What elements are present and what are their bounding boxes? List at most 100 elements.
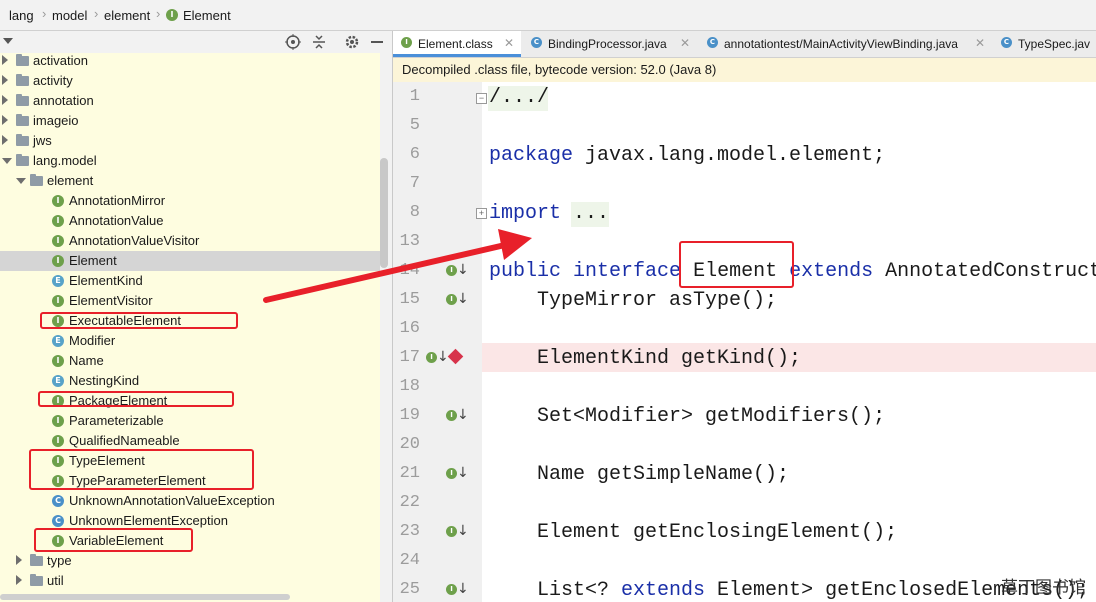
tree-item[interactable]: C UnknownAnnotationValueException xyxy=(0,491,380,511)
tree-item[interactable]: I Name xyxy=(0,351,380,371)
line-number: 16 xyxy=(399,319,420,338)
tree-item-label: type xyxy=(47,553,72,568)
folder-icon xyxy=(16,154,29,166)
folder-icon xyxy=(16,134,29,146)
tree-item[interactable]: I AnnotationMirror xyxy=(0,191,380,211)
code-line[interactable]: List<? extends Element> getEnclosedEleme… xyxy=(489,579,1089,602)
class-icon: C xyxy=(531,37,542,48)
implement-marker-icon[interactable]: I xyxy=(446,265,457,276)
tree-folder[interactable]: type xyxy=(0,551,380,571)
line-number: 15 xyxy=(399,290,420,309)
tree-folder[interactable]: lang.model xyxy=(0,151,380,171)
tab-main-activity-view-binding[interactable]: C annotationtest/MainActivityViewBinding… xyxy=(699,31,991,57)
code-line[interactable]: Name getSimpleName(); xyxy=(489,463,789,486)
chevron-down-icon[interactable] xyxy=(3,38,13,44)
implement-arrow-icon: ↓ xyxy=(457,581,469,597)
highlight-box xyxy=(34,528,193,552)
class-icon: C xyxy=(52,495,64,507)
fold-toggle-icon[interactable]: − xyxy=(476,93,487,104)
tree-item-label: AnnotationValueVisitor xyxy=(69,233,200,248)
tab-typespec[interactable]: C TypeSpec.jav xyxy=(993,31,1096,57)
close-icon[interactable]: ✕ xyxy=(504,36,514,50)
tree-folder[interactable]: activation xyxy=(0,53,380,71)
tree-folder[interactable]: annotation xyxy=(0,91,380,111)
tree-folder[interactable]: element xyxy=(0,171,380,191)
tree-item-label: lang.model xyxy=(33,153,97,168)
tree-item-label: Modifier xyxy=(69,333,116,348)
close-icon[interactable]: ✕ xyxy=(975,36,985,50)
code-line[interactable]: /.../ xyxy=(489,86,549,109)
tree-item[interactable]: I AnnotationValue xyxy=(0,211,380,231)
tree-folder[interactable]: jws xyxy=(0,131,380,151)
tree-item-label: NestingKind xyxy=(69,373,140,388)
highlight-box xyxy=(679,241,794,288)
interface-icon: I xyxy=(52,295,64,307)
collapse-all-icon[interactable] xyxy=(312,34,326,50)
collapse-arrow-icon[interactable] xyxy=(2,75,8,85)
tree-item[interactable]: E NestingKind xyxy=(0,371,380,391)
breadcrumb-item[interactable]: element xyxy=(104,8,150,23)
tab-element-class[interactable]: I Element.class ✕ xyxy=(393,31,521,57)
tab-binding-processor[interactable]: C BindingProcessor.java ✕ xyxy=(523,31,697,57)
collapse-arrow-icon[interactable] xyxy=(16,575,22,585)
interface-icon: I xyxy=(52,255,64,267)
fold-toggle-icon[interactable]: + xyxy=(476,208,487,219)
line-number: 14 xyxy=(399,261,420,280)
implement-marker-icon[interactable]: I xyxy=(446,584,457,595)
vertical-scrollbar[interactable] xyxy=(380,158,388,268)
tree-item[interactable]: E ElementKind xyxy=(0,271,380,291)
breadcrumb: lang › model › element › I Element xyxy=(0,0,1096,31)
tree-item[interactable]: I AnnotationValueVisitor xyxy=(0,231,380,251)
tree-item-label: jws xyxy=(33,133,52,148)
tree-item[interactable]: I Element xyxy=(0,251,380,271)
minimize-icon[interactable] xyxy=(371,41,383,43)
interface-icon: I xyxy=(166,9,178,21)
implement-marker-icon[interactable]: I xyxy=(446,410,457,421)
code-line[interactable]: import ... xyxy=(489,202,609,225)
tree-item[interactable]: I QualifiedNameable xyxy=(0,431,380,451)
line-number: 21 xyxy=(399,464,420,483)
interface-icon: I xyxy=(52,435,64,447)
implement-marker-icon[interactable]: I xyxy=(446,526,457,537)
implement-arrow-icon: ↓ xyxy=(457,291,469,307)
tree-item-label: element xyxy=(47,173,94,188)
close-icon[interactable]: ✕ xyxy=(680,36,690,50)
tree-folder[interactable]: activity xyxy=(0,71,380,91)
tree-item-label: Parameterizable xyxy=(69,413,164,428)
tree-folder[interactable]: imageio xyxy=(0,111,380,131)
tree-item[interactable]: I Parameterizable xyxy=(0,411,380,431)
code-line[interactable]: Set<Modifier> getModifiers(); xyxy=(489,405,885,428)
collapse-arrow-icon[interactable] xyxy=(2,115,8,125)
breadcrumb-item[interactable]: lang xyxy=(9,8,34,23)
expand-arrow-icon[interactable] xyxy=(16,178,26,184)
banner-text: Decompiled .class file, bytecode version… xyxy=(402,62,717,77)
code-line[interactable]: package javax.lang.model.element; xyxy=(489,144,885,167)
interface-icon: I xyxy=(52,195,64,207)
collapse-arrow-icon[interactable] xyxy=(2,95,8,105)
breadcrumb-item[interactable]: model xyxy=(52,8,87,23)
tree-item-label: ElementVisitor xyxy=(69,293,153,308)
breadcrumb-item[interactable]: Element xyxy=(183,8,231,23)
tree-item-label: Name xyxy=(69,353,104,368)
horizontal-scrollbar[interactable] xyxy=(0,594,290,600)
code-line[interactable]: ElementKind getKind(); xyxy=(489,347,801,370)
collapse-arrow-icon[interactable] xyxy=(16,555,22,565)
folder-icon xyxy=(16,74,29,86)
expand-arrow-icon[interactable] xyxy=(2,158,12,164)
tab-label: BindingProcessor.java xyxy=(548,37,667,51)
code-line[interactable]: TypeMirror asType(); xyxy=(489,289,777,312)
implement-marker-icon[interactable]: I xyxy=(446,468,457,479)
folder-icon xyxy=(16,54,29,66)
line-number: 17 xyxy=(399,348,420,367)
tree-folder[interactable]: util xyxy=(0,571,380,591)
gear-icon[interactable] xyxy=(344,34,360,50)
implement-marker-icon[interactable]: I xyxy=(426,352,437,363)
locate-icon[interactable] xyxy=(285,34,301,50)
class-icon: C xyxy=(707,37,718,48)
tree-item[interactable]: I ElementVisitor xyxy=(0,291,380,311)
tree-item[interactable]: E Modifier xyxy=(0,331,380,351)
code-line[interactable]: Element getEnclosingElement(); xyxy=(489,521,897,544)
collapse-arrow-icon[interactable] xyxy=(2,55,8,65)
implement-marker-icon[interactable]: I xyxy=(446,294,457,305)
collapse-arrow-icon[interactable] xyxy=(2,135,8,145)
